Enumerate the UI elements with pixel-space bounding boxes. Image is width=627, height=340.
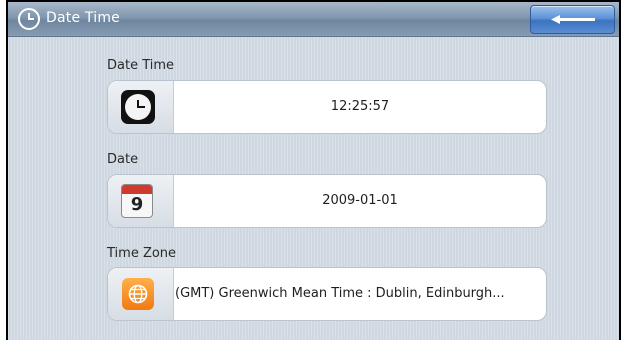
page-title: Date Time: [46, 10, 120, 26]
date-time-screen: Date Time Date Time 12:25:57 Date 9 2009…: [6, 0, 621, 340]
calendar-day: 9: [130, 194, 144, 215]
back-arrow-icon: [551, 15, 595, 24]
date-time-icon-box: [108, 81, 174, 133]
date-field[interactable]: 9 2009-01-01: [107, 174, 547, 228]
clock-minute-hand: [137, 106, 145, 108]
time-zone-label: Time Zone: [107, 246, 177, 261]
calendar-header: [122, 185, 152, 194]
date-value: 2009-01-01: [322, 193, 398, 208]
back-button[interactable]: [530, 5, 615, 34]
date-icon-box: 9: [108, 175, 174, 227]
globe-graphic: [128, 284, 148, 304]
clock-icon: [18, 8, 40, 30]
date-time-label: Date Time: [107, 58, 175, 73]
time-zone-icon-box: [108, 268, 174, 320]
globe-icon: [122, 278, 154, 310]
time-zone-field[interactable]: (GMT) Greenwich Mean Time : Dublin, Edin…: [107, 267, 547, 321]
title-bar: Date Time: [8, 2, 619, 37]
date-time-field[interactable]: 12:25:57: [107, 80, 547, 134]
clock-face: [125, 94, 151, 120]
date-label: Date: [107, 152, 139, 167]
time-zone-value: (GMT) Greenwich Mean Time : Dublin, Edin…: [175, 286, 505, 301]
clock-icon: [121, 90, 155, 124]
calendar-icon: 9: [121, 184, 153, 218]
date-time-value: 12:25:57: [330, 99, 390, 114]
